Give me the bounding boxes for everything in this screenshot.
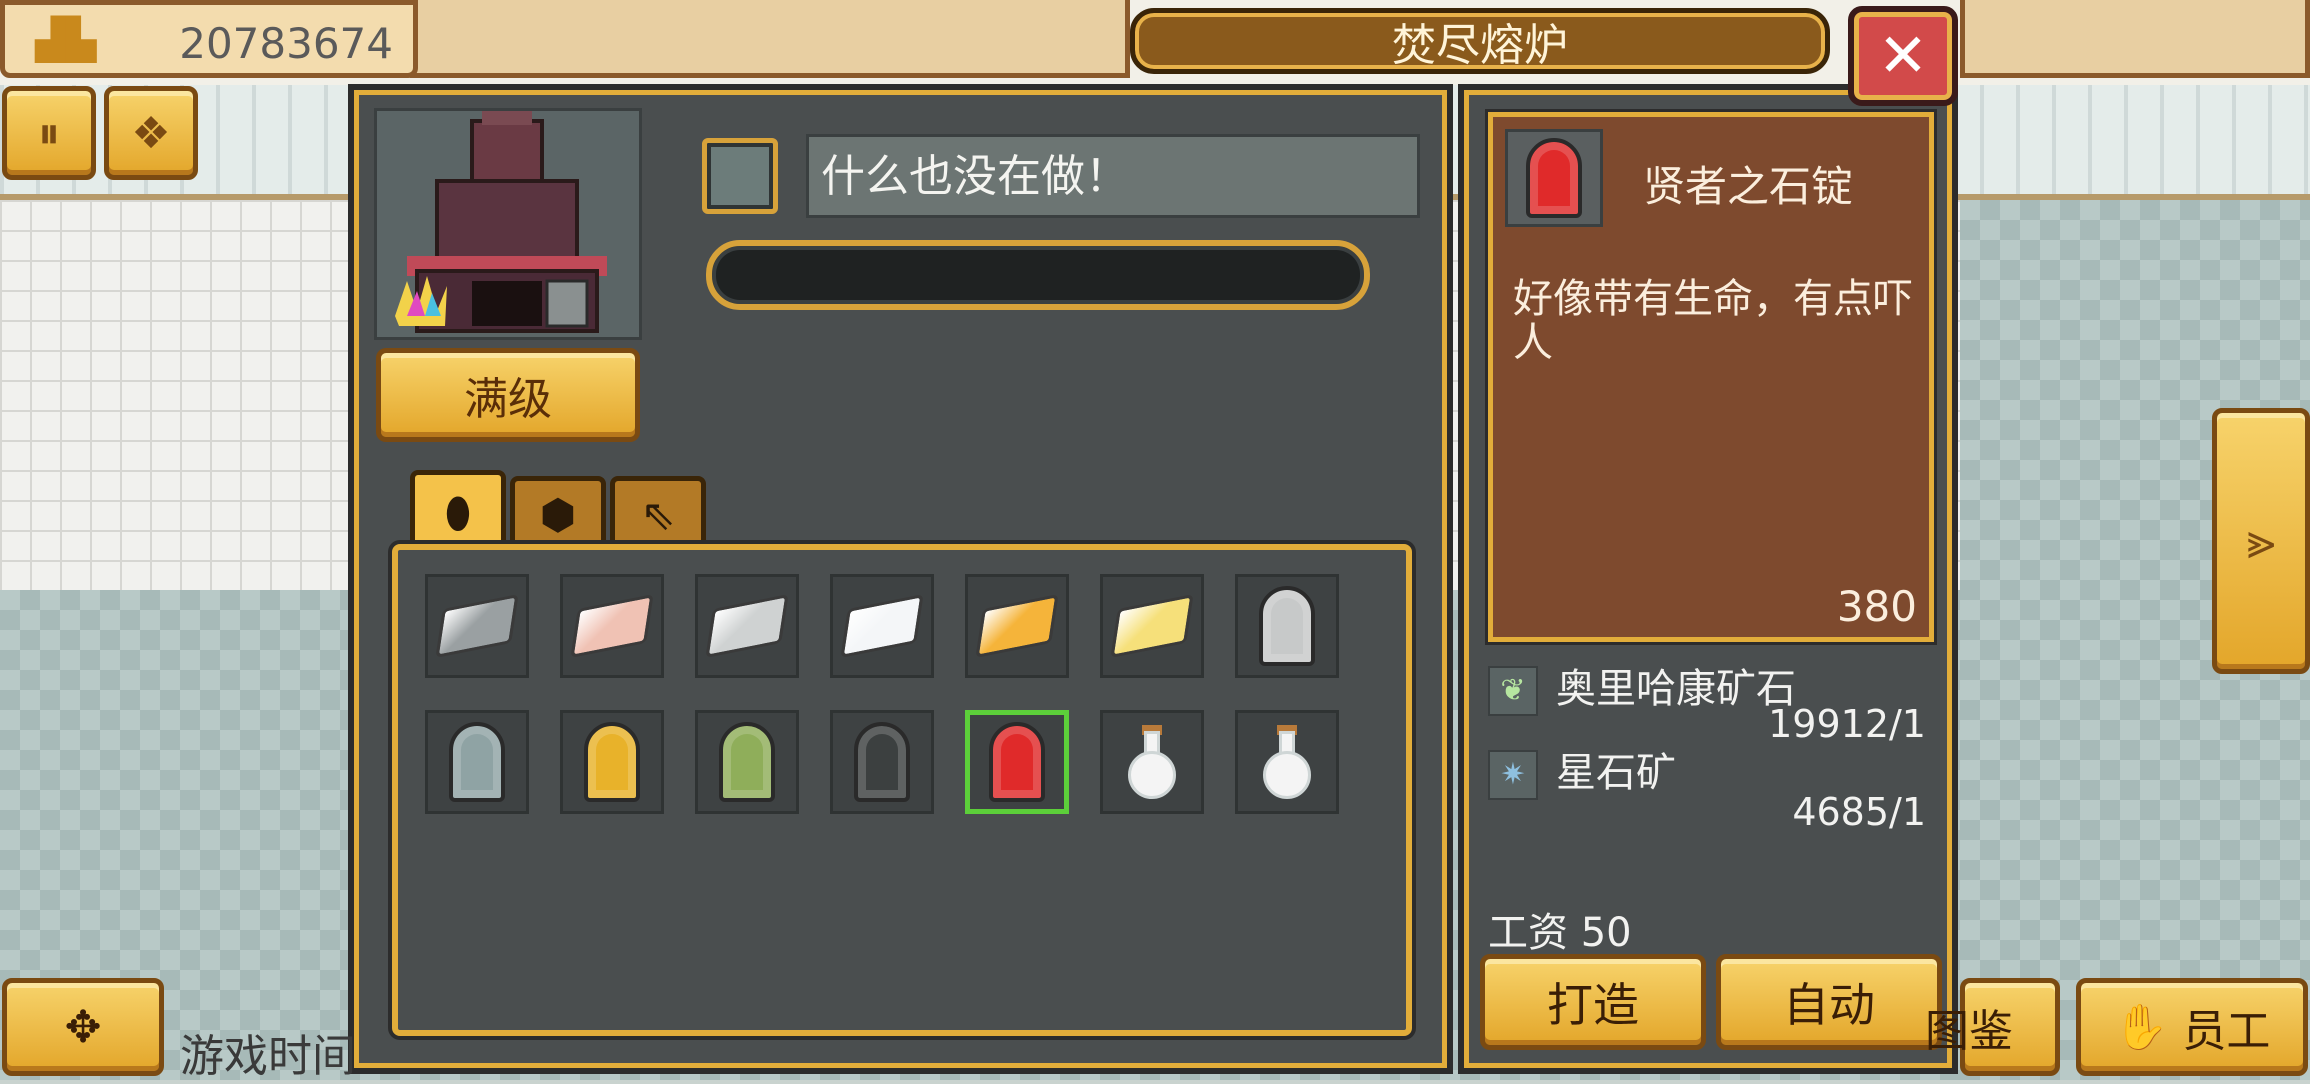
auto-checkbox[interactable] <box>702 138 778 214</box>
item-slot[interactable] <box>1235 574 1339 678</box>
material-qty: 4685/1 <box>1792 790 1926 834</box>
double-arrow-icon: ⪢ <box>2246 511 2276 570</box>
ingot-icon <box>570 594 654 658</box>
red-ingot-icon <box>1526 138 1582 218</box>
item-slot[interactable] <box>695 574 799 678</box>
ingot-icon <box>975 594 1059 658</box>
craft-button[interactable]: 打造 <box>1480 954 1706 1050</box>
staff-button[interactable]: ✋ 员工 <box>2076 978 2308 1076</box>
item-value: 380 <box>1836 582 1917 631</box>
material-row-2: ✷ 星石矿 <box>1488 740 1676 800</box>
ore-icon: ❦ <box>1488 666 1538 716</box>
next-page-button[interactable]: ⪢ <box>2212 408 2310 674</box>
window-title: 焚尽熔炉 <box>1130 8 1830 74</box>
gems-button[interactable]: ❖ <box>104 86 198 180</box>
pickaxe-tab-icon: ⇖ <box>640 490 676 539</box>
ingot-icon <box>840 594 924 658</box>
item-slot[interactable] <box>1100 710 1204 814</box>
tablet-ingot-icon <box>719 722 775 802</box>
ingot-icon <box>705 594 789 658</box>
codex-button[interactable]: 图鉴 <box>1925 978 2060 1076</box>
compass-icon: ✥ <box>64 1001 102 1053</box>
furnace-image <box>374 108 642 340</box>
pause-button[interactable]: ⏸ <box>2 86 96 180</box>
item-slot[interactable] <box>425 574 529 678</box>
material-row-1: ❦ 奥里哈康矿石 <box>1488 656 1796 716</box>
item-description: 好像带有生命，有点吓人 <box>1513 276 1913 366</box>
starstone-icon: ✷ <box>1488 750 1538 800</box>
item-detail-card: 贤者之石锭 好像带有生命，有点吓人 380 <box>1488 112 1934 642</box>
game-time-label: 游戏时间 <box>180 1031 356 1082</box>
item-slot[interactable] <box>425 710 529 814</box>
tab-tools[interactable]: ⇖ <box>610 476 706 548</box>
flask-icon <box>1122 725 1182 799</box>
material-name: 奥里哈康矿石 <box>1556 666 1796 712</box>
tablet-ingot-icon <box>989 722 1045 802</box>
material-name: 星石矿 <box>1556 750 1676 796</box>
tab-ingots[interactable]: ⬮ <box>410 470 506 550</box>
item-slot[interactable] <box>965 574 1069 678</box>
item-slot[interactable] <box>1100 574 1204 678</box>
craft-progress-bar <box>706 240 1370 310</box>
tablet-ingot-icon <box>449 722 505 802</box>
furnace-icon <box>395 111 607 333</box>
top-bar-mid <box>410 0 1130 78</box>
ingot-icon <box>435 594 519 658</box>
gem-tab-icon: ⬢ <box>539 490 577 539</box>
ingot-icon <box>1110 594 1194 658</box>
max-level-button[interactable]: 满级 <box>376 348 640 442</box>
tab-gems[interactable]: ⬢ <box>510 476 606 548</box>
item-slot[interactable] <box>1235 710 1339 814</box>
item-slot[interactable] <box>695 710 799 814</box>
close-icon: ✕ <box>1877 21 1929 91</box>
tablet-ingot-icon <box>584 722 640 802</box>
status-text: 什么也没在做！ <box>806 134 1420 218</box>
item-slot[interactable] <box>560 710 664 814</box>
auto-button[interactable]: 自动 <box>1716 954 1942 1050</box>
wage-label: 工资 50 <box>1488 910 1632 956</box>
gems-icon: ❖ <box>131 107 171 159</box>
coins-display: ▟▙ 20783674 <box>0 0 418 78</box>
item-slot[interactable] <box>830 574 934 678</box>
tablet-ingot-icon <box>1259 586 1315 666</box>
top-bar-right <box>1960 0 2310 78</box>
tablet-ingot-icon <box>854 722 910 802</box>
flask-icon <box>1257 725 1317 799</box>
pause-icon: ⏸ <box>38 107 60 159</box>
compass-button[interactable]: ✥ <box>2 978 164 1076</box>
item-slot[interactable] <box>830 710 934 814</box>
material-qty: 19912/1 <box>1768 702 1926 746</box>
gold-stack-icon: ▟▙ <box>35 17 97 63</box>
coins-value: 20783674 <box>179 19 393 68</box>
selected-item-icon <box>1505 129 1603 227</box>
ingot-tab-icon: ⬮ <box>444 487 472 537</box>
hand-icon: ✋ <box>2113 1002 2169 1053</box>
item-name: 贤者之石锭 <box>1643 162 1854 211</box>
item-slot[interactable] <box>965 710 1069 814</box>
item-slot[interactable] <box>560 574 664 678</box>
close-button[interactable]: ✕ <box>1848 6 1958 106</box>
